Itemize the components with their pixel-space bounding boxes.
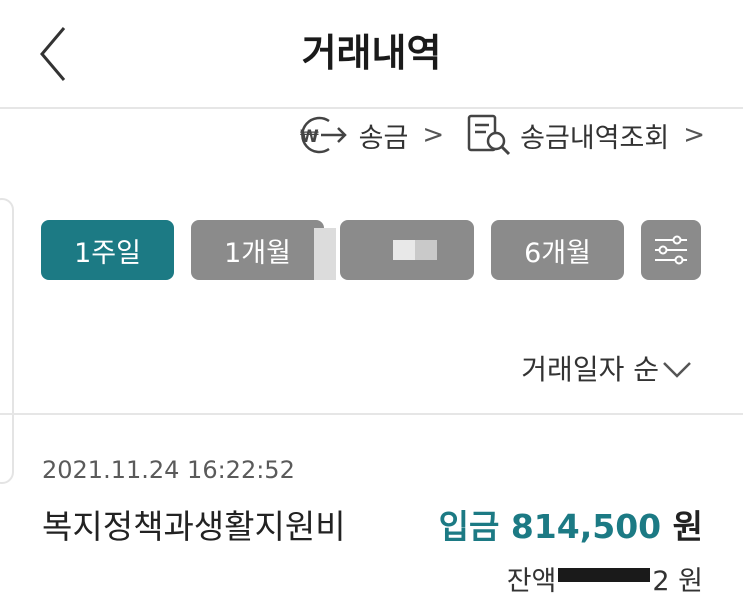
filter-button[interactable] <box>641 220 701 280</box>
document-search-icon <box>467 114 511 156</box>
sort-dropdown[interactable]: 거래일자 순 <box>521 348 659 388</box>
chevron-down-icon[interactable] <box>661 358 693 380</box>
transfer-label: 송금 <box>358 122 409 154</box>
redacted-balance <box>558 567 651 582</box>
quick-links: ₩ 송금 > 송금내역조회 > <box>293 113 705 157</box>
period-1-week-button[interactable]: 1주일 <box>41 220 174 280</box>
balance-suffix: 2 <box>652 566 670 597</box>
balance-label: 잔액 <box>506 566 557 597</box>
chevron-right-icon: > <box>683 120 705 150</box>
won-transfer-icon: ₩ <box>300 116 347 154</box>
sliders-icon <box>655 235 687 265</box>
transfer-history-label: 송금내역조회 <box>520 122 670 154</box>
redacted-label <box>393 240 437 260</box>
balance-unit: 원 <box>678 566 703 597</box>
transaction-amount-value: 814,500 <box>510 507 662 546</box>
svg-text:₩: ₩ <box>300 127 319 147</box>
redacted-area <box>314 228 336 280</box>
transaction-balance: 잔액 2 원 <box>507 559 703 598</box>
top-app-bar: 거래내역 <box>0 0 743 108</box>
transaction-description: 복지정책과생활지원비 <box>42 507 346 546</box>
transfer-history-link[interactable]: 송금내역조회 > <box>466 113 705 157</box>
transaction-type: 입금 <box>438 507 500 546</box>
transaction-amount: 입금 814,500 원 <box>439 500 703 548</box>
side-panel-edge <box>0 198 14 484</box>
period-6-month-button[interactable]: 6개월 <box>491 220 624 280</box>
header-divider <box>0 107 743 109</box>
transfer-link[interactable]: ₩ 송금 > <box>293 115 444 155</box>
chevron-right-icon: > <box>422 120 445 150</box>
page-title: 거래내역 <box>301 31 442 75</box>
amount-unit: 원 <box>672 507 703 546</box>
list-divider <box>0 413 743 415</box>
period-1-month-button[interactable]: 1개월 <box>191 220 324 280</box>
transaction-datetime: 2021.11.24 16:22:52 <box>42 456 295 484</box>
